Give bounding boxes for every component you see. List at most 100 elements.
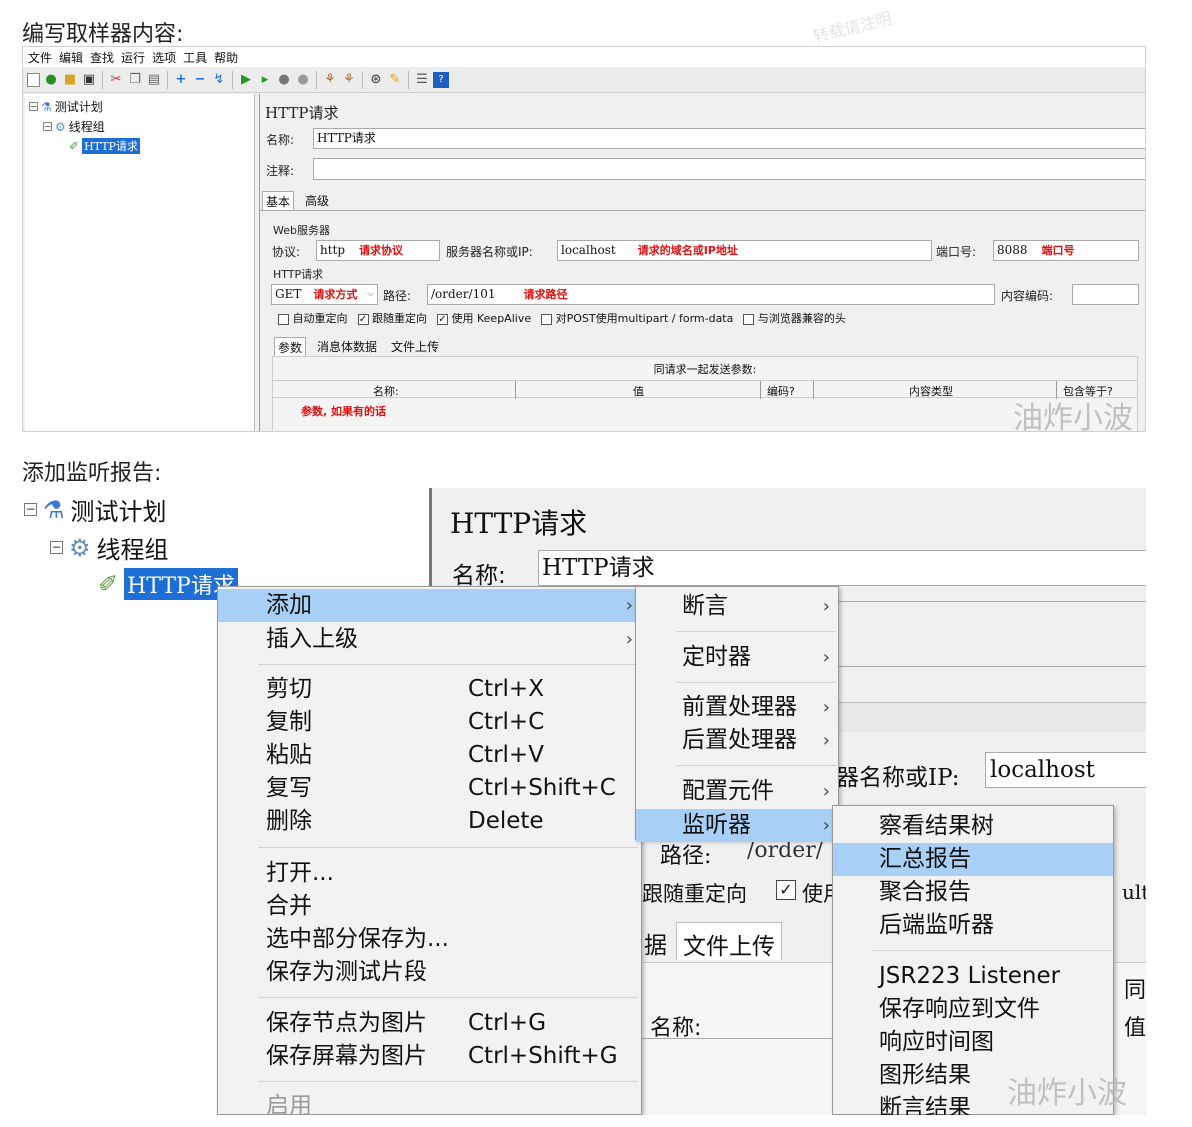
tab-file-upload[interactable]: 文件上传 xyxy=(388,337,442,357)
listener-summary-report[interactable]: 汇总报告 xyxy=(833,843,1113,876)
menu-options[interactable]: 选项 xyxy=(152,49,176,66)
chevron-right-icon: › xyxy=(822,730,830,751)
start-no-pause-icon[interactable]: ▸ xyxy=(257,72,273,88)
column-encode[interactable]: 编码? xyxy=(767,383,795,399)
tree-node-test-plan[interactable]: − ⚗ 测试计划 xyxy=(24,492,167,527)
flask-icon: ⚗ xyxy=(41,99,52,114)
shutdown-icon[interactable]: ● xyxy=(295,72,311,88)
menu-item-cut[interactable]: 剪切 Ctrl+X xyxy=(218,673,641,706)
path-input[interactable]: /order/101 请求路径 xyxy=(427,284,995,305)
stop-icon[interactable]: ● xyxy=(276,72,292,88)
chevron-right-icon: › xyxy=(822,781,830,802)
menu-item-save-screen-image[interactable]: 保存屏幕为图片 Ctrl+Shift+G xyxy=(218,1040,641,1073)
menu-bar: 文件 编辑 查找 运行 选项 工具 帮助 xyxy=(23,47,1145,67)
name-input[interactable]: HTTP请求 xyxy=(313,128,1145,149)
paste-icon[interactable]: ▤ xyxy=(146,72,162,88)
checkbox-follow-redirect[interactable]: ✓ 跟随重定向 xyxy=(357,310,427,326)
open-icon[interactable]: ■ xyxy=(62,72,78,88)
listener-view-results-tree[interactable]: 察看结果树 xyxy=(833,810,1113,843)
cut-icon[interactable]: ✂ xyxy=(108,72,124,88)
chevron-right-icon: › xyxy=(625,595,633,616)
checkbox-keepalive[interactable]: ✓ 使用 KeepAlive xyxy=(437,310,531,326)
tree-node-thread-group[interactable]: − ⚙ 线程组 xyxy=(50,530,169,565)
menu-item-open[interactable]: 打开... xyxy=(218,857,641,890)
chevron-down-icon[interactable]: ⌵ xyxy=(367,285,374,304)
checkbox-follow-redirect[interactable]: 跟随重定向 xyxy=(642,878,747,908)
listener-response-time-graph[interactable]: 响应时间图 xyxy=(833,1026,1113,1059)
submenu-item-config-element[interactable]: 配置元件 › xyxy=(636,775,838,808)
server-input[interactable]: localhost 请求的域名或IP地址 xyxy=(557,240,932,261)
menu-item-insert-parent[interactable]: 插入上级 › xyxy=(218,623,641,656)
tab-parameters[interactable]: 参数 xyxy=(274,337,307,357)
checkbox-browser-headers[interactable]: 与浏览器兼容的头 xyxy=(743,310,846,326)
toggle-icon[interactable]: ↯ xyxy=(211,72,227,88)
collapse-toggle-icon[interactable]: − xyxy=(24,503,37,516)
save-icon[interactable]: ▣ xyxy=(81,72,97,88)
menu-file[interactable]: 文件 xyxy=(28,49,52,66)
encoding-input[interactable] xyxy=(1072,284,1139,305)
column-content-type[interactable]: 内容类型 xyxy=(909,383,953,399)
menu-item-enable[interactable]: 启用 xyxy=(218,1090,641,1115)
listener-backend-listener[interactable]: 后端监听器 xyxy=(833,909,1113,942)
tab-file-upload[interactable]: 文件上传 xyxy=(676,922,782,960)
tree-node-thread-group[interactable]: − ⚙ 线程组 xyxy=(43,118,105,135)
tree-node-test-plan[interactable]: − ⚗ 测试计划 xyxy=(29,98,103,115)
tree-node-http-request[interactable]: ✐ HTTP请求 xyxy=(69,138,140,154)
submenu-item-post-processor[interactable]: 后置处理器 › xyxy=(636,724,838,757)
menu-item-copy[interactable]: 复制 Ctrl+C xyxy=(218,706,641,739)
listener-jsr223[interactable]: JSR223 Listener xyxy=(833,960,1113,993)
submenu-item-listener[interactable]: 监听器 › xyxy=(636,809,838,842)
tab-advanced[interactable]: 高级 xyxy=(302,191,332,211)
help-icon[interactable]: ? xyxy=(433,71,449,88)
server-input[interactable]: localhost xyxy=(985,752,1146,788)
search-icon[interactable]: ⊛ xyxy=(368,72,384,88)
method-select[interactable]: GET 请求方式 ⌵ xyxy=(271,284,378,305)
menu-item-save-selection[interactable]: 选中部分保存为... xyxy=(218,923,641,956)
port-input[interactable]: 8088 端口号 xyxy=(993,240,1139,261)
column-value[interactable]: 值 xyxy=(633,383,644,399)
column-name[interactable]: 名称: xyxy=(373,383,399,399)
comment-input[interactable] xyxy=(313,158,1145,180)
submenu-item-assertion[interactable]: 断言 › xyxy=(636,590,838,623)
name-input[interactable]: HTTP请求 xyxy=(538,550,1146,586)
start-icon[interactable]: ▶ xyxy=(238,72,254,88)
function-helper-icon[interactable]: ☰ xyxy=(414,72,430,88)
menu-item-delete[interactable]: 删除 Delete xyxy=(218,805,641,838)
tab-body-data[interactable]: 消息体数据 xyxy=(314,337,380,357)
collapse-icon[interactable]: − xyxy=(192,72,208,88)
listener-aggregate-report[interactable]: 聚合报告 xyxy=(833,876,1113,909)
path-label-partial: 路径: xyxy=(660,844,712,869)
menu-help[interactable]: 帮助 xyxy=(214,49,238,66)
new-icon[interactable] xyxy=(27,72,40,87)
collapse-toggle-icon[interactable]: − xyxy=(43,122,52,131)
collapse-toggle-icon[interactable]: − xyxy=(29,102,38,111)
menu-item-add[interactable]: 添加 › xyxy=(218,589,641,622)
clear-all-icon[interactable]: ⚘ xyxy=(341,72,357,88)
checkbox-keepalive[interactable]: ✓ xyxy=(776,880,796,900)
panel-title: HTTP请求 xyxy=(265,104,339,122)
menu-search[interactable]: 查找 xyxy=(90,49,114,66)
submenu-item-pre-processor[interactable]: 前置处理器 › xyxy=(636,691,838,724)
checkbox-multipart[interactable]: 对POST使用multipart / form-data xyxy=(541,310,733,326)
menu-item-paste[interactable]: 粘贴 Ctrl+V xyxy=(218,739,641,772)
menu-run[interactable]: 运行 xyxy=(121,49,145,66)
tab-body-data-partial[interactable]: 据 xyxy=(644,926,667,960)
checkbox-auto-redirect[interactable]: 自动重定向 xyxy=(278,310,348,326)
submenu-item-timer[interactable]: 定时器 › xyxy=(636,641,838,674)
menu-item-duplicate[interactable]: 复写 Ctrl+Shift+C xyxy=(218,772,641,805)
protocol-input[interactable]: http 请求协议 xyxy=(316,240,440,261)
menu-edit[interactable]: 编辑 xyxy=(59,49,83,66)
params-note: 参数, 如果有的话 xyxy=(301,405,387,418)
listener-save-responses[interactable]: 保存响应到文件 xyxy=(833,993,1113,1026)
templates-icon[interactable]: ● xyxy=(43,72,59,88)
reset-search-icon[interactable]: ✎ xyxy=(387,72,403,88)
menu-tools[interactable]: 工具 xyxy=(183,49,207,66)
expand-icon[interactable]: + xyxy=(173,72,189,88)
menu-item-merge[interactable]: 合并 xyxy=(218,890,641,923)
clear-icon[interactable]: ⚘ xyxy=(322,72,338,88)
menu-item-save-node-image[interactable]: 保存节点为图片 Ctrl+G xyxy=(218,1007,641,1040)
menu-item-save-fragment[interactable]: 保存为测试片段 xyxy=(218,956,641,989)
collapse-toggle-icon[interactable]: − xyxy=(50,541,63,554)
copy-icon[interactable]: ❐ xyxy=(127,72,143,88)
tab-basic[interactable]: 基本 xyxy=(262,191,295,211)
